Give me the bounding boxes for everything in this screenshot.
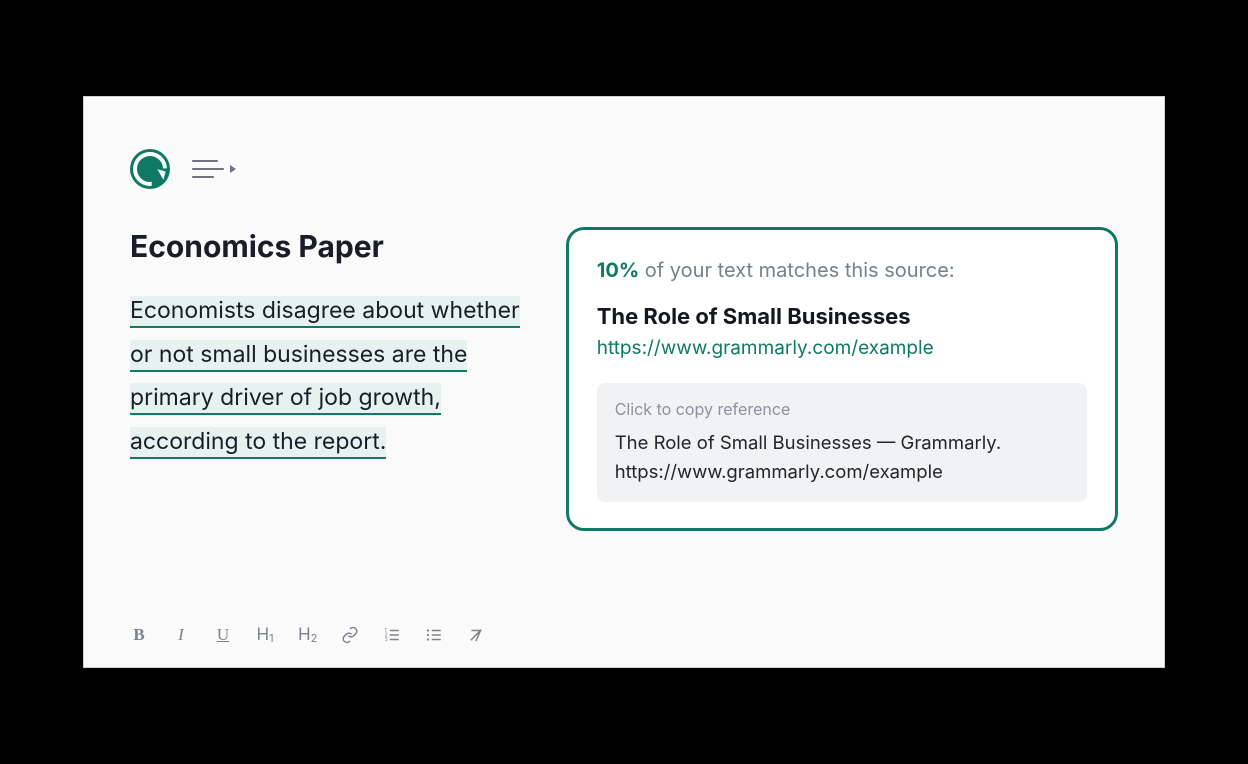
h1-button[interactable]: H1: [256, 625, 274, 645]
bold-button[interactable]: B: [130, 625, 148, 645]
underline-button[interactable]: U: [214, 625, 232, 645]
copy-reference-box[interactable]: Click to copy reference The Role of Smal…: [597, 383, 1087, 502]
link-button[interactable]: [341, 626, 359, 644]
ordered-list-button[interactable]: 1 2 3: [383, 626, 401, 644]
plagiarism-headline: 10% of your text matches this source:: [597, 258, 1087, 282]
unordered-list-icon: [425, 626, 443, 644]
unordered-list-button[interactable]: [425, 626, 443, 644]
plagiarism-percent: 10%: [597, 258, 639, 282]
link-icon: [341, 626, 359, 644]
editor-window: Economics Paper Economists disagree abou…: [83, 96, 1165, 668]
editor-pane[interactable]: Economics Paper Economists disagree abou…: [130, 229, 526, 643]
copy-reference-label: Click to copy reference: [615, 399, 1069, 419]
plagiarism-headline-rest: of your text matches this source:: [639, 258, 955, 282]
italic-button[interactable]: I: [172, 625, 190, 645]
content-row: Economics Paper Economists disagree abou…: [130, 229, 1118, 643]
plagiarism-source-url[interactable]: https://www.grammarly.com/example: [597, 336, 934, 359]
plagiarism-card: 10% of your text matches this source: Th…: [566, 227, 1118, 531]
ordered-list-icon: 1 2 3: [383, 626, 401, 644]
outline-toggle[interactable]: [192, 160, 236, 178]
clear-format-icon: [467, 626, 485, 644]
plagiarism-source-title: The Role of Small Businesses: [597, 304, 1087, 330]
format-toolbar: B I U H1 H2 1 2 3: [130, 625, 485, 645]
h2-button[interactable]: H2: [298, 625, 317, 645]
plagiarism-highlight[interactable]: Economists disagree about whether or not…: [130, 296, 520, 459]
document-title[interactable]: Economics Paper: [130, 229, 526, 265]
copy-reference-text: The Role of Small Businesses — Grammarly…: [615, 429, 1069, 486]
grammarly-logo-icon: [130, 149, 170, 189]
clear-format-button[interactable]: [467, 626, 485, 644]
document-body[interactable]: Economists disagree about whether or not…: [130, 289, 526, 464]
caret-right-icon: [230, 165, 236, 173]
svg-text:3: 3: [385, 637, 388, 643]
outline-lines-icon: [192, 160, 224, 178]
header-bar: [130, 149, 1118, 189]
